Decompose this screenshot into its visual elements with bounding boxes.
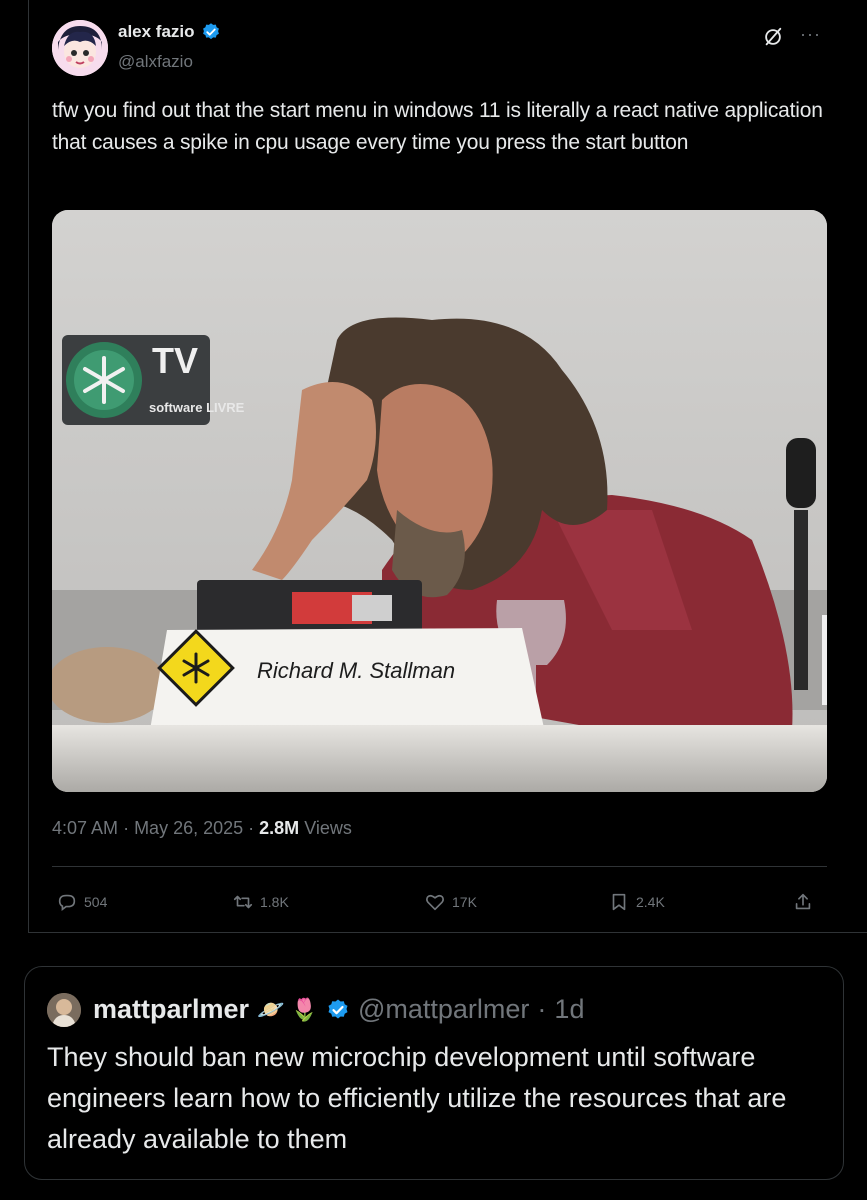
reply-text: They should ban new microchip developmen… [47, 1042, 787, 1154]
share-button[interactable] [792, 884, 814, 920]
tweet-media-photo[interactable]: TV software LIVRE Richard M. Stallman [52, 210, 827, 792]
share-icon [795, 893, 811, 910]
like-button[interactable]: 17K [424, 884, 477, 920]
laptop [197, 580, 422, 635]
divider [52, 866, 827, 867]
tv-logo-text: TV [152, 340, 198, 381]
reply-header: mattparlmer 🪐 🌷 @mattparlmer · 1d [93, 994, 584, 1025]
avatar-illustration [52, 20, 108, 76]
meta-separator: · [123, 818, 135, 838]
heart-icon [426, 894, 444, 911]
quoted-reply-card[interactable]: mattparlmer 🪐 🌷 @mattparlmer · 1d They s… [24, 966, 844, 1180]
name-card-text: Richard M. Stallman [257, 658, 455, 683]
tweet-time[interactable]: 4:07 AM [52, 818, 118, 838]
reply-author-avatar[interactable] [47, 993, 81, 1027]
reply-avatar-image [47, 993, 81, 1027]
name-card: Richard M. Stallman [148, 628, 544, 737]
photo-scene: TV software LIVRE Richard M. Stallman [52, 210, 827, 792]
more-options-icon[interactable]: ··· [800, 24, 821, 45]
author-handle[interactable]: @alxfazio [118, 52, 193, 72]
grok-icon[interactable] [762, 26, 784, 48]
tweet-meta: 4:07 AM · May 26, 2025 · 2.8M Views [52, 818, 352, 839]
views-count: 2.8M [259, 818, 300, 838]
table-edge [52, 725, 827, 792]
reply-handle[interactable]: @mattparlmer [358, 994, 529, 1025]
author-avatar[interactable] [52, 20, 108, 76]
tv-logo-sub: software LIVRE [149, 400, 245, 415]
reply-button[interactable]: 504 [56, 884, 107, 920]
author-name-text[interactable]: alex fazio [118, 22, 195, 42]
divider [28, 932, 867, 933]
reply-author-name[interactable]: mattparlmer [93, 994, 249, 1025]
verified-badge-icon [328, 999, 348, 1018]
repost-count: 1.8K [260, 894, 289, 910]
bookmark-button[interactable]: 2.4K [608, 884, 665, 920]
repost-icon [233, 895, 253, 909]
reply-age[interactable]: 1d [554, 994, 584, 1025]
reply-icon [58, 894, 76, 911]
repost-button[interactable]: 1.8K [232, 884, 289, 920]
tweet-text: tfw you find out that the start menu in … [52, 99, 823, 154]
reply-count: 504 [84, 894, 108, 910]
tweet-date[interactable]: May 26, 2025 [134, 818, 243, 838]
like-count: 17K [452, 894, 477, 910]
verified-badge-icon [202, 23, 219, 40]
bookmark-count: 2.4K [636, 894, 665, 910]
tweet-actions-bar: 504 1.8K 17K 2.4K [52, 884, 827, 920]
bread-bag [52, 647, 167, 723]
reply-author-emojis: 🪐 🌷 [257, 996, 318, 1022]
meta-separator: · [248, 818, 260, 838]
views-label: Views [304, 818, 352, 838]
author-name[interactable]: alex fazio [118, 22, 221, 42]
bookmark-icon [612, 893, 626, 911]
meta-separator: · [537, 994, 547, 1024]
